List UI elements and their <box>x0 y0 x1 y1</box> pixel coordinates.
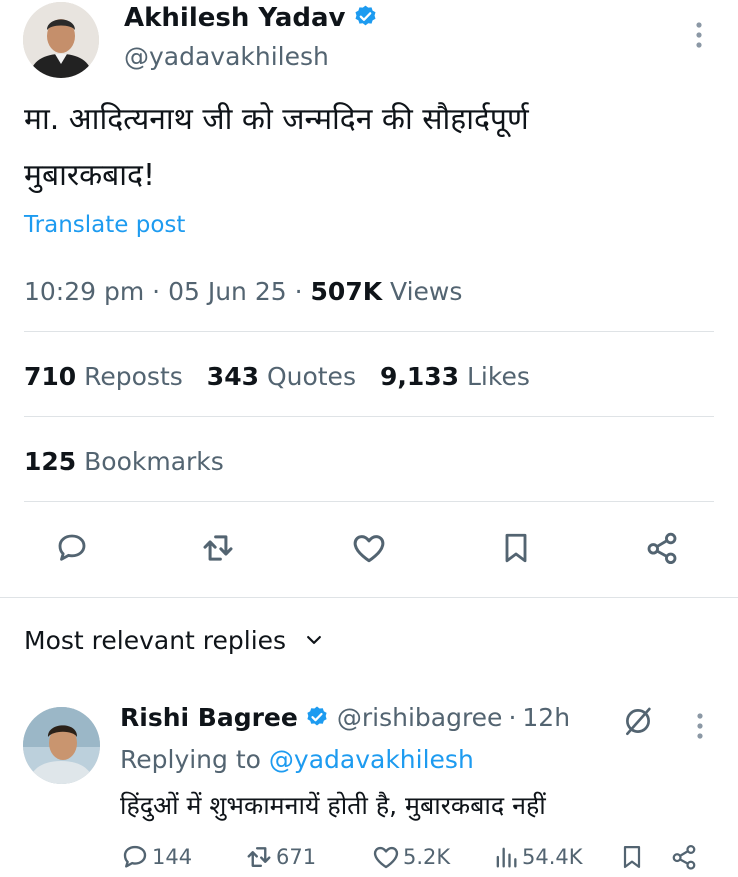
quotes-stat[interactable]: 343 Quotes <box>207 362 356 391</box>
reply-author-name[interactable]: Rishi Bagree <box>120 703 298 732</box>
meta-separator: · <box>294 277 303 306</box>
like-icon <box>373 846 399 869</box>
quotes-label: Quotes <box>266 362 356 391</box>
reply-button[interactable] <box>49 525 95 571</box>
bookmarks-count: 125 <box>24 447 77 476</box>
reply-share-button[interactable] <box>669 840 701 874</box>
reposts-stat[interactable]: 710 Reposts <box>24 362 183 391</box>
replies-sort-dropdown[interactable]: Most relevant replies <box>24 626 324 655</box>
reply-reply-count: 144 <box>152 845 193 869</box>
chevron-down-icon <box>307 636 321 644</box>
reply-icon <box>58 534 86 561</box>
reply-author-avatar[interactable] <box>23 707 100 784</box>
reply-header: Rishi Bagree @rishibagree · 12h <box>120 703 570 732</box>
reply-like-button[interactable]: 5.2K <box>371 840 450 874</box>
quotes-count: 343 <box>206 362 259 391</box>
author-name-text[interactable]: Akhilesh Yadav <box>124 3 346 33</box>
bookmark-icon <box>623 845 641 869</box>
section-divider <box>0 597 738 598</box>
meta-separator: · <box>508 703 517 732</box>
reply-more-options-icon[interactable] <box>691 711 709 745</box>
likes-count: 9,133 <box>379 362 460 391</box>
reposts-count: 710 <box>24 362 77 391</box>
author-avatar[interactable] <box>23 2 99 78</box>
reply-repost-button[interactable]: 671 <box>244 840 316 874</box>
views-label: Views <box>390 277 463 306</box>
verified-badge-icon <box>355 5 376 26</box>
replying-to-handle[interactable]: @yadavakhilesh <box>269 745 474 774</box>
share-icon <box>672 844 696 870</box>
share-button[interactable] <box>639 525 685 571</box>
bookmark-icon <box>505 533 527 563</box>
bookmarks-label: Bookmarks <box>84 447 224 476</box>
replies-sort-label: Most relevant replies <box>24 626 287 655</box>
likes-stat[interactable]: 9,133 Likes <box>380 362 530 391</box>
replying-to: Replying to @yadavakhilesh <box>120 745 474 774</box>
divider <box>24 416 714 417</box>
post-stats: 710 Reposts 343 Quotes 9,133 Likes <box>24 362 530 391</box>
divider <box>24 501 714 502</box>
reply-text: हिंदुओं में शुभकामनायें होती है, मुबारकब… <box>120 791 546 820</box>
bookmark-button[interactable] <box>493 525 539 571</box>
reply-reply-button[interactable]: 144 <box>120 840 192 874</box>
reply-age[interactable]: 12h <box>522 703 570 732</box>
post-text-line-2: मुबारकबाद! <box>24 158 156 193</box>
translate-post-link[interactable]: Translate post <box>24 212 185 238</box>
like-icon <box>353 535 385 563</box>
likes-label: Likes <box>467 362 530 391</box>
grok-icon[interactable] <box>621 704 655 742</box>
share-icon <box>647 532 677 564</box>
author-name[interactable]: Akhilesh Yadav <box>124 3 378 33</box>
verified-badge-icon <box>307 706 327 726</box>
reply-views-button[interactable]: 54.4K <box>492 840 583 874</box>
reply-like-count: 5.2K <box>403 845 451 869</box>
post-time[interactable]: 10:29 pm <box>24 277 144 306</box>
reply-repost-count: 671 <box>276 845 317 869</box>
repost-button[interactable] <box>195 525 241 571</box>
post-meta: 10:29 pm · 05 Jun 25 · 507K Views <box>24 277 462 306</box>
bookmarks-stat[interactable]: 125 Bookmarks <box>24 447 224 476</box>
views-icon <box>496 847 517 868</box>
reply-bookmark-button[interactable] <box>618 840 648 874</box>
more-options-icon[interactable] <box>690 20 708 54</box>
meta-separator: · <box>152 277 161 306</box>
reply-icon <box>123 845 147 868</box>
reply-author-handle[interactable]: @rishibagree <box>337 703 503 732</box>
author-handle[interactable]: @yadavakhilesh <box>124 42 329 71</box>
post-text: मा. आदित्यनाथ जी को जन्मदिन की सौहार्दपू… <box>24 92 714 204</box>
post-text-line-1: मा. आदित्यनाथ जी को जन्मदिन की सौहार्दपू… <box>24 102 529 137</box>
divider <box>24 331 714 332</box>
views-count: 507K <box>310 277 383 306</box>
like-button[interactable] <box>346 525 392 571</box>
replying-to-label: Replying to <box>120 745 261 774</box>
reply-view-count: 54.4K <box>522 845 583 869</box>
repost-icon <box>247 847 271 867</box>
repost-icon <box>203 535 233 561</box>
reposts-label: Reposts <box>84 362 183 391</box>
post-date[interactable]: 05 Jun 25 <box>168 277 287 306</box>
